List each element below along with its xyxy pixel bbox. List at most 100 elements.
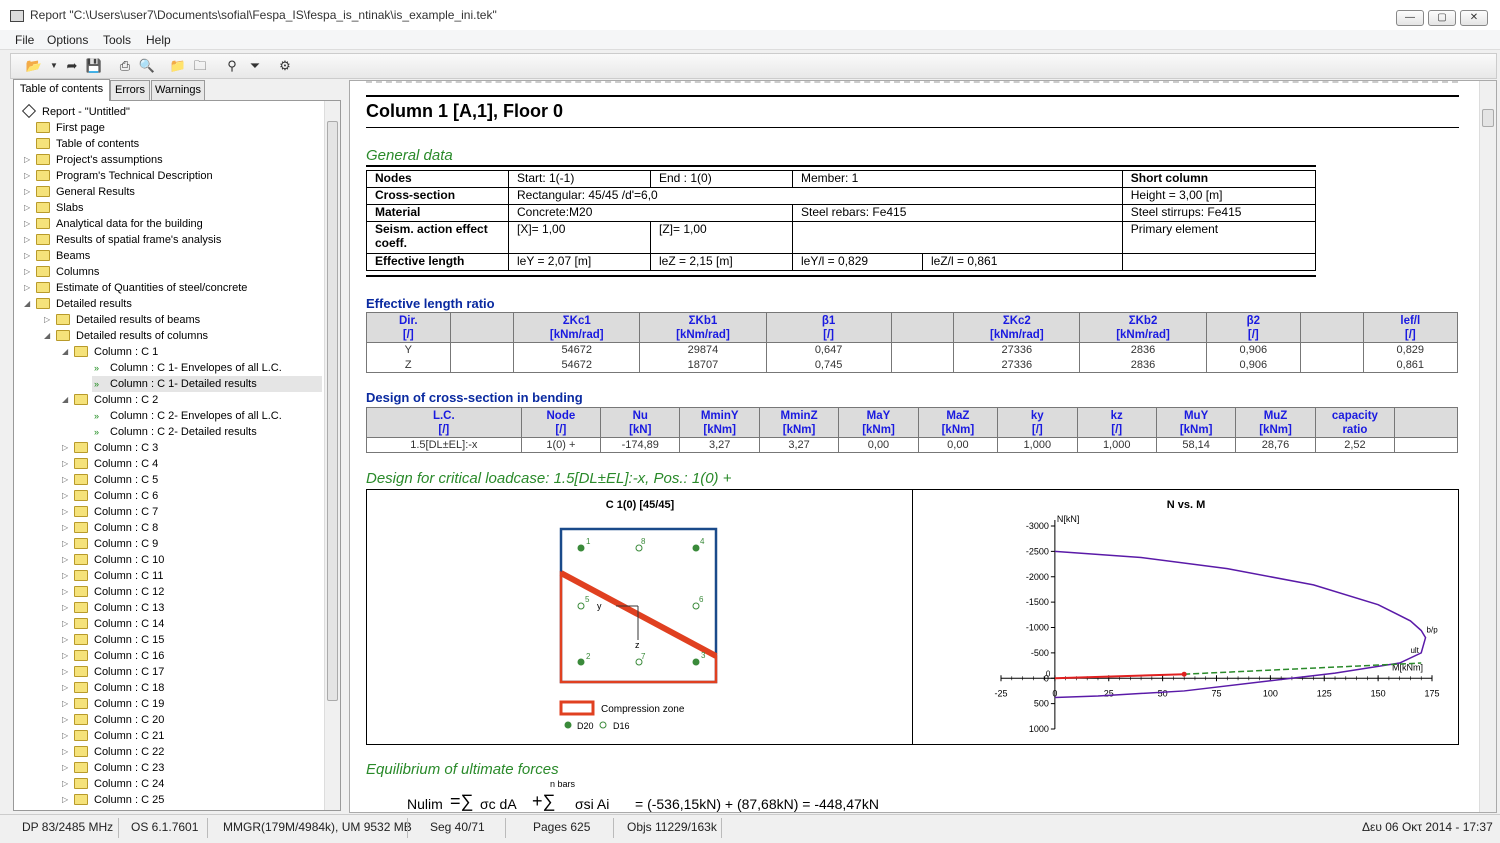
expand-icon[interactable]: ▷ (62, 472, 68, 488)
tree-item[interactable]: ▷ Column : C 23 (62, 760, 164, 776)
close-button[interactable]: ✕ (1460, 10, 1488, 26)
tree-item[interactable]: ▷ Column : C 22 (62, 744, 164, 760)
print-icon[interactable]: ⎙ (116, 57, 134, 75)
expand-icon[interactable]: ▷ (24, 184, 30, 200)
print-preview-icon[interactable]: 🔍 (138, 57, 156, 75)
expand-icon[interactable]: ▷ (24, 168, 30, 184)
expand-icon[interactable]: ▷ (62, 632, 68, 648)
expand-icon[interactable]: ▷ (62, 456, 68, 472)
maximize-button[interactable]: ▢ (1428, 10, 1456, 26)
tab-warnings[interactable]: Warnings (151, 80, 205, 100)
minimize-button[interactable]: — (1396, 10, 1424, 26)
save-icon[interactable]: 💾 (85, 57, 103, 75)
settings-icon[interactable]: ⚙ (276, 57, 294, 75)
tree-item[interactable]: ▷ Project's assumptions (24, 152, 163, 168)
expand-icon[interactable]: ◢ (62, 344, 68, 360)
tree-item[interactable]: ◢ Detailed results of columns (44, 328, 208, 344)
tree-item[interactable]: ◢ Column : C 2 (62, 392, 158, 408)
find-icon[interactable]: ⚲ (223, 57, 241, 75)
expand-icon[interactable]: ▷ (24, 248, 30, 264)
expand-icon[interactable]: ▷ (24, 200, 30, 216)
expand-icon[interactable]: ▷ (62, 728, 68, 744)
expand-icon[interactable]: ▷ (24, 264, 30, 280)
expand-icon[interactable]: ▷ (24, 232, 30, 248)
dropdown-icon[interactable]: ▼ (45, 57, 63, 75)
tree-item[interactable]: » Column : C 2- Envelopes of all L.C. (92, 408, 282, 424)
tree-item[interactable]: ▷ Column : C 18 (62, 680, 164, 696)
tree-item[interactable]: ▷ Column : C 16 (62, 648, 164, 664)
tree-item[interactable]: ▷ Column : C 9 (62, 536, 158, 552)
tree-item[interactable]: ▷ Column : C 21 (62, 728, 164, 744)
expand-icon[interactable]: ▷ (62, 552, 68, 568)
folder-up-icon[interactable]: 📁 (169, 57, 187, 75)
tree-item[interactable]: ▷ Column : C 20 (62, 712, 164, 728)
expand-icon[interactable]: ▷ (62, 664, 68, 680)
tree-item[interactable]: ▷ Column : C 5 (62, 472, 158, 488)
tree-item[interactable]: Table of contents (36, 136, 139, 152)
tree-item[interactable]: Report - "Untitled" (21, 103, 130, 120)
expand-icon[interactable]: ▷ (62, 584, 68, 600)
tree-item[interactable]: ▷ Column : C 12 (62, 584, 164, 600)
menu-tools[interactable]: Tools (103, 33, 131, 47)
tree-item[interactable]: ▷ Beams (24, 248, 90, 264)
expand-icon[interactable]: ▷ (62, 616, 68, 632)
tree-item[interactable]: ▷ Columns (24, 264, 99, 280)
expand-icon[interactable]: ▷ (62, 744, 68, 760)
tree-item[interactable]: ▷ General Results (24, 184, 135, 200)
tree-item[interactable]: ▷ Column : C 13 (62, 600, 164, 616)
tree-scroll-thumb[interactable] (327, 121, 338, 701)
tree-item[interactable]: ▷ Column : C 7 (62, 504, 158, 520)
report-scroll-thumb[interactable] (1482, 109, 1494, 127)
tree-item[interactable]: ▷ Column : C 3 (62, 440, 158, 456)
tree-item[interactable]: ▷ Column : C 4 (62, 456, 158, 472)
expand-icon[interactable]: ▷ (62, 520, 68, 536)
tree-item[interactable]: ▷ Column : C 8 (62, 520, 158, 536)
menu-file[interactable]: File (15, 33, 34, 47)
menu-options[interactable]: Options (47, 33, 88, 47)
tree-item[interactable]: » Column : C 2- Detailed results (92, 424, 257, 440)
expand-icon[interactable]: ◢ (44, 328, 50, 344)
open-icon[interactable]: 📂 (25, 57, 43, 75)
tree-item[interactable]: ▷ Detailed results of beams (44, 312, 200, 328)
tree-item[interactable]: ▷ Column : C 6 (62, 488, 158, 504)
expand-icon[interactable]: ▷ (62, 648, 68, 664)
menu-help[interactable]: Help (146, 33, 171, 47)
tree-item[interactable]: First page (36, 120, 105, 136)
tree-item[interactable]: ▷ Analytical data for the building (24, 216, 203, 232)
expand-icon[interactable]: ▷ (62, 680, 68, 696)
expand-icon[interactable]: ▷ (62, 792, 68, 808)
tree-item[interactable]: ▷ Column : C 25 (62, 792, 164, 808)
tree-item[interactable]: ▷ Column : C 14 (62, 616, 164, 632)
expand-icon[interactable]: ▷ (62, 696, 68, 712)
tree-item[interactable]: ▷ Column : C 10 (62, 552, 164, 568)
expand-icon[interactable]: ▷ (24, 152, 30, 168)
expand-icon[interactable]: ◢ (62, 392, 68, 408)
expand-icon[interactable]: ▷ (62, 568, 68, 584)
expand-icon[interactable]: ▷ (62, 488, 68, 504)
tab-errors[interactable]: Errors (110, 80, 150, 100)
expand-icon[interactable]: ▷ (24, 216, 30, 232)
expand-icon[interactable]: ▷ (62, 440, 68, 456)
tree-item[interactable]: » Column : C 1- Envelopes of all L.C. (92, 360, 282, 376)
tree-item[interactable]: » Column : C 1- Detailed results (92, 376, 322, 392)
tab-table-of-contents[interactable]: Table of contents (13, 79, 110, 101)
tree-item[interactable]: ◢ Column : C 1 (62, 344, 158, 360)
tree-item[interactable]: ▷ Column : C 17 (62, 664, 164, 680)
expand-icon[interactable]: ▷ (44, 312, 50, 328)
tree-item[interactable]: ▷ Program's Technical Description (24, 168, 213, 184)
tree-scrollbar[interactable] (324, 101, 340, 810)
expand-icon[interactable]: ▷ (62, 760, 68, 776)
tree-item[interactable]: ▷ Column : C 11 (62, 568, 164, 584)
filter-icon[interactable]: ⏷ (246, 57, 264, 75)
tree-item[interactable]: ▷ Column : C 15 (62, 632, 164, 648)
tree-item[interactable]: ▷ Column : C 19 (62, 696, 164, 712)
tree-item[interactable]: ▷ Results of spatial frame's analysis (24, 232, 221, 248)
expand-icon[interactable]: ▷ (62, 600, 68, 616)
tree-item[interactable]: ◢ Detailed results (24, 296, 132, 312)
expand-icon[interactable]: ◢ (24, 296, 30, 312)
expand-icon[interactable]: ▷ (62, 536, 68, 552)
report-scrollbar[interactable] (1479, 81, 1496, 812)
tree-item[interactable]: ▷ Estimate of Quantities of steel/concret… (24, 280, 247, 296)
expand-icon[interactable]: ▷ (62, 504, 68, 520)
folder-open-icon[interactable]: 🗀 (191, 57, 209, 75)
